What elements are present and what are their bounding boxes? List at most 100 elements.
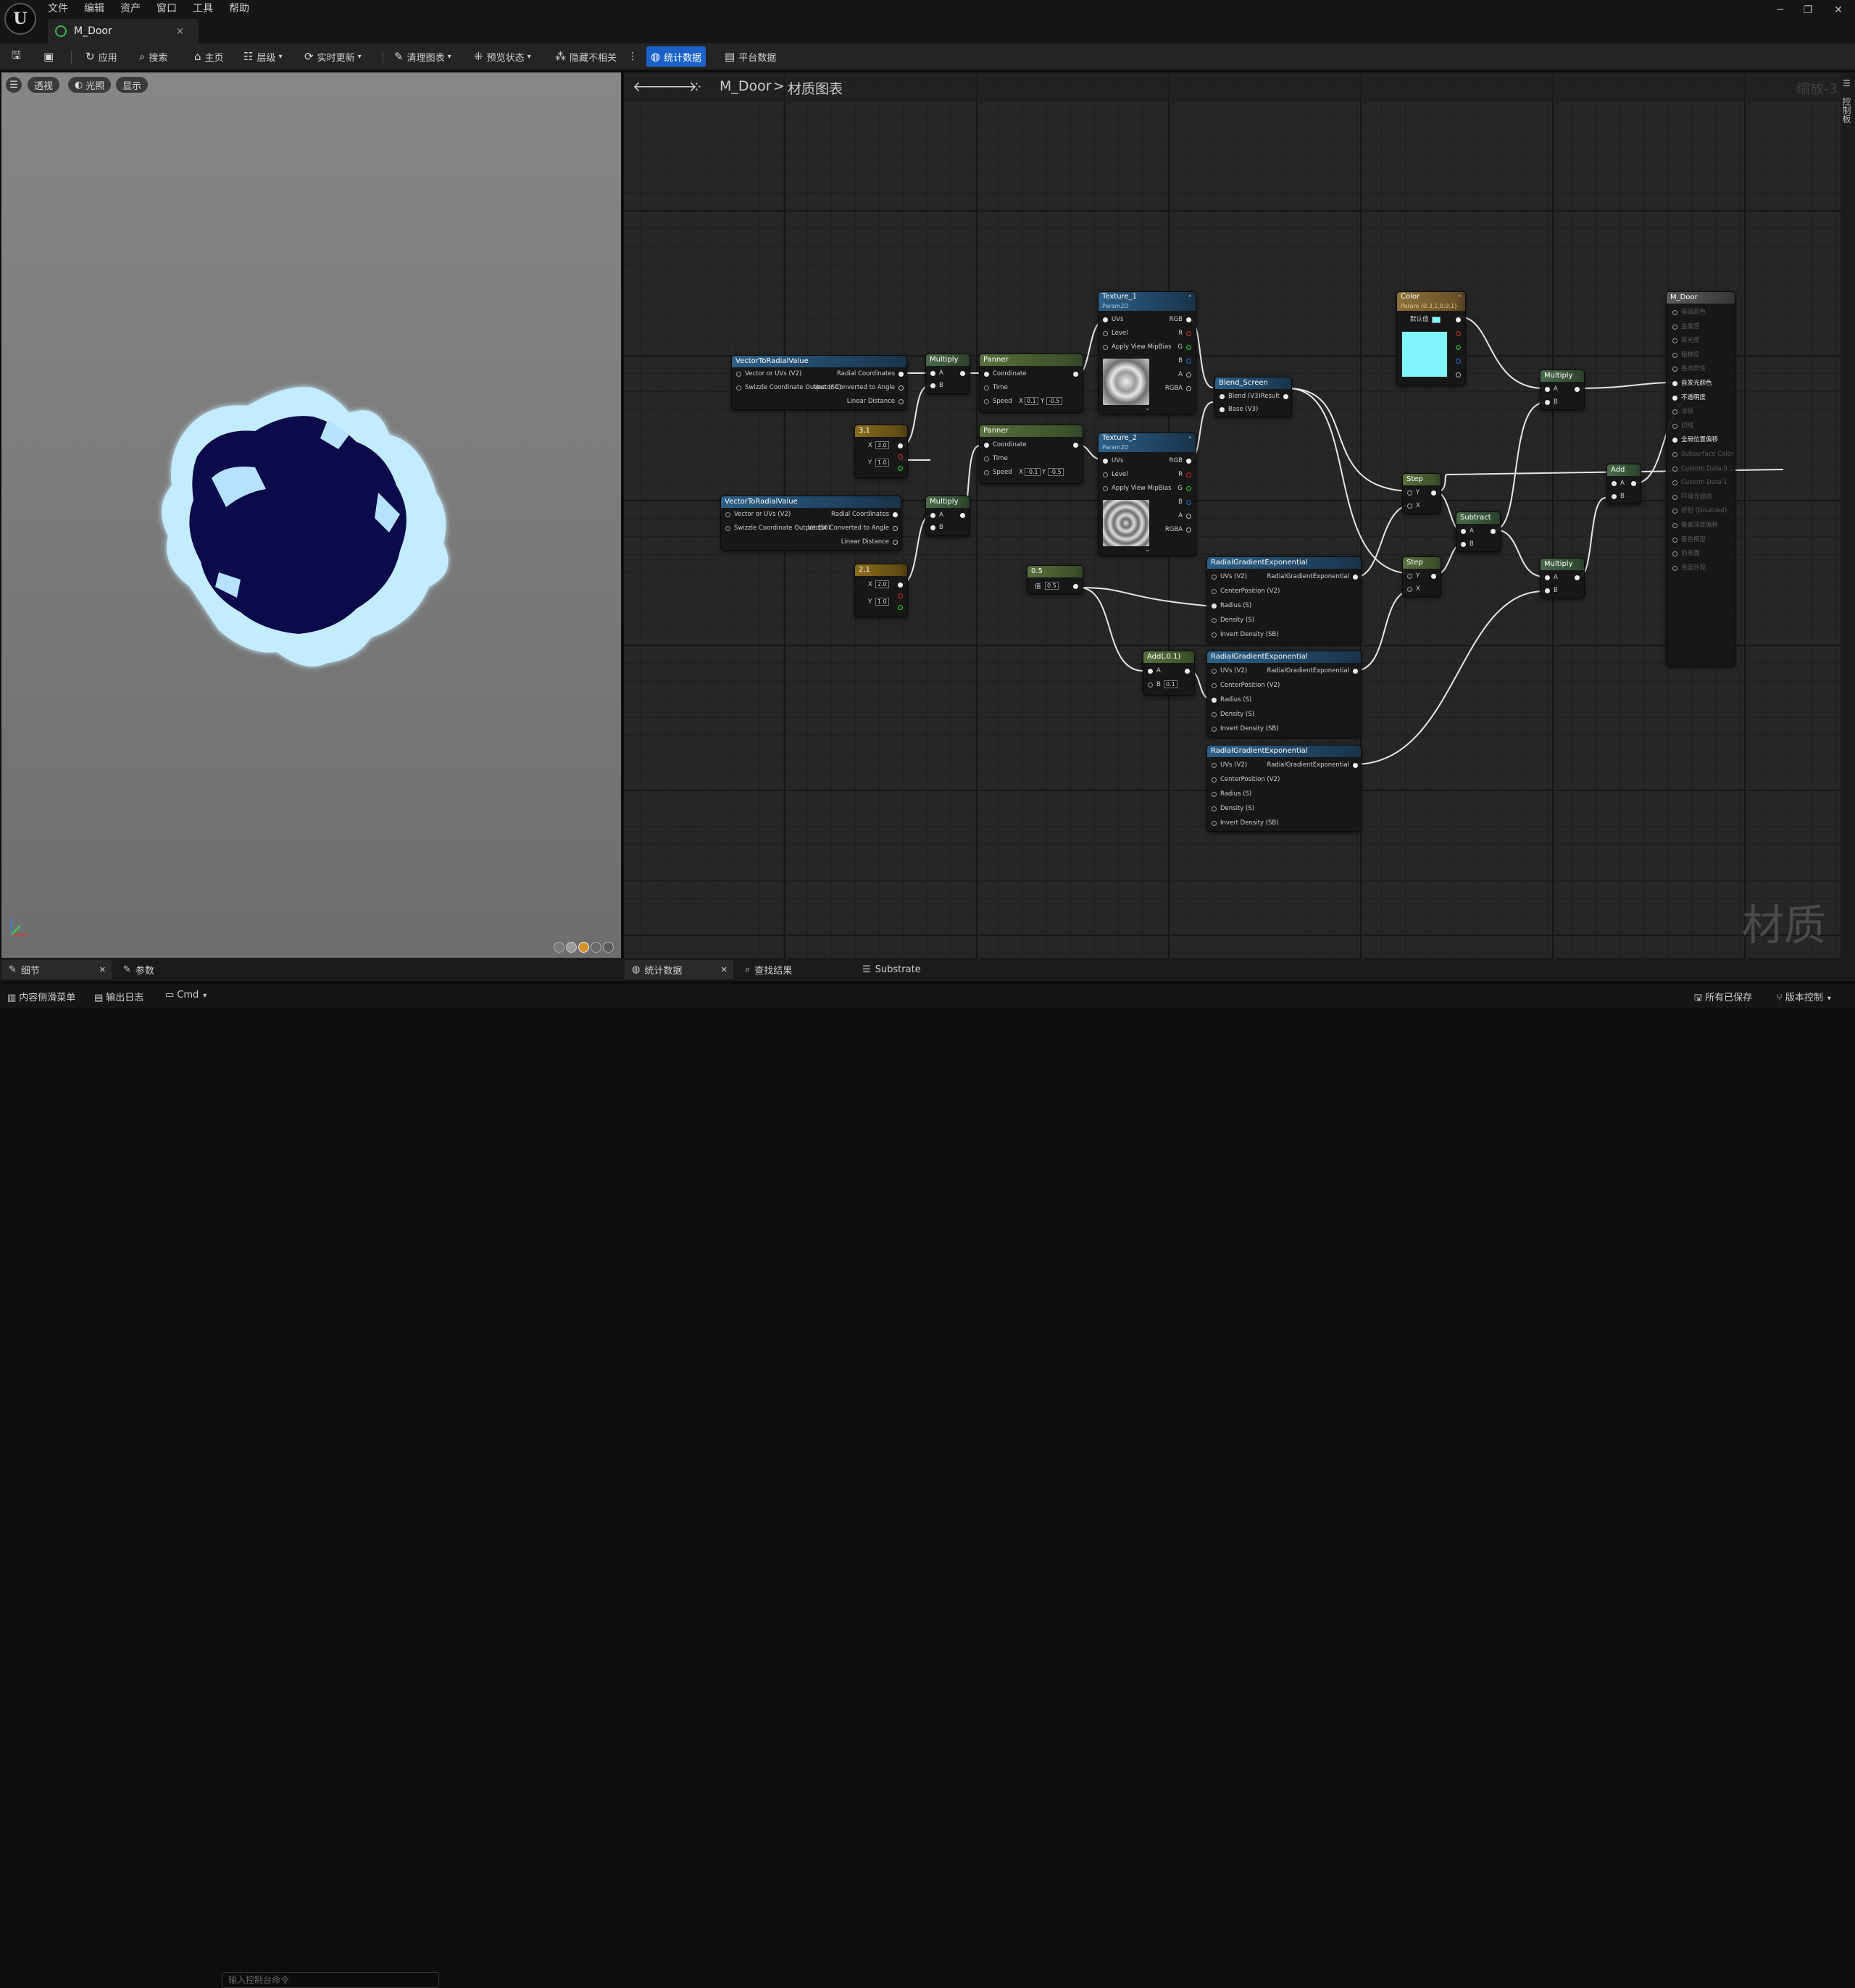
input-pin[interactable]: [930, 513, 935, 518]
input-pin[interactable]: [1103, 345, 1108, 350]
input-pin[interactable]: [1212, 698, 1217, 703]
version-control-button[interactable]: ⑂ 版本控制 ▾: [1777, 990, 1831, 1003]
output-pin-rgba[interactable]: [1186, 527, 1191, 532]
input-pin[interactable]: [1212, 777, 1217, 782]
output-pin[interactable]: [899, 399, 904, 404]
input-pin[interactable]: [1212, 712, 1217, 717]
output-pin-a[interactable]: [1186, 372, 1191, 377]
document-tab-m-door[interactable]: M_Door ×: [48, 19, 199, 43]
input-pin[interactable]: [1212, 632, 1217, 638]
material-graph[interactable]: 🡐 🡒 ⁘ M_Door > 材质图表 缩放-3 VectorToRadialV…: [624, 72, 1855, 958]
output-pin[interactable]: [893, 540, 898, 545]
close-window-button[interactable]: ✕: [1827, 4, 1849, 16]
output-pin-g[interactable]: [898, 466, 903, 471]
menu-help[interactable]: 帮助: [229, 1, 249, 16]
input-pin[interactable]: [984, 443, 989, 448]
apply-button[interactable]: ↻ 应用: [81, 46, 122, 67]
input-pin[interactable]: [930, 371, 935, 376]
speed-x-field[interactable]: 0.1: [1025, 397, 1038, 405]
output-pin-r[interactable]: [1456, 331, 1461, 336]
value-x-field[interactable]: 2.0: [875, 580, 889, 588]
output-pin-a[interactable]: [1456, 372, 1461, 377]
output-pin[interactable]: [1185, 669, 1190, 674]
output-pin[interactable]: [1491, 529, 1496, 534]
input-pin[interactable]: [984, 399, 989, 404]
content-drawer-button[interactable]: ▥ 内容侧滑菜单: [7, 990, 75, 1003]
output-log-button[interactable]: ▤ 输出日志: [94, 990, 143, 1003]
input-pin[interactable]: [930, 383, 935, 388]
input-pin[interactable]: [1212, 604, 1217, 609]
value-y-field[interactable]: 1.0: [875, 598, 889, 606]
browse-button[interactable]: ▣: [39, 46, 62, 67]
node-multiply-2[interactable]: Multiply A B: [925, 496, 970, 536]
output-pin-b[interactable]: [1186, 359, 1191, 364]
output-pin[interactable]: [960, 371, 965, 376]
output-pin-b[interactable]: [1186, 500, 1191, 505]
tab-substrate[interactable]: ☰ Substrate: [855, 960, 964, 979]
result-input-pin[interactable]: [1672, 537, 1677, 543]
show-button[interactable]: 显示: [116, 77, 149, 93]
custom-mesh-icon[interactable]: [603, 942, 614, 953]
output-pin[interactable]: [1431, 490, 1436, 496]
input-pin[interactable]: [1212, 727, 1217, 732]
node-texture-2[interactable]: Texture_2 Param2D ⌃ UVs RGB Level R Apply…: [1098, 433, 1196, 556]
input-pin[interactable]: [930, 525, 935, 530]
perspective-button[interactable]: 透视: [28, 77, 60, 93]
input-pin[interactable]: [1220, 407, 1225, 412]
node-blend-screen[interactable]: Blend_Screen Blend (V3) Result Base (V3): [1214, 377, 1292, 417]
lit-button[interactable]: ◐ 光照: [68, 77, 112, 93]
save-button[interactable]: 🖫: [7, 46, 29, 67]
input-pin[interactable]: [1612, 481, 1617, 486]
value-y-field[interactable]: 1.0: [875, 459, 889, 467]
collapse-icon[interactable]: ⌃: [1187, 295, 1193, 302]
speed-y-field[interactable]: -0.5: [1046, 397, 1062, 405]
output-pin-r[interactable]: [1186, 331, 1191, 336]
hierarchy-dropdown[interactable]: ☷ 层级 ▾: [239, 46, 287, 67]
node-texture-1[interactable]: Texture_1 Param2D ⌃ UVs RGB Level R Apply…: [1098, 291, 1196, 414]
close-tab-icon[interactable]: ✕: [721, 965, 728, 974]
result-input-pin[interactable]: [1672, 523, 1677, 528]
input-pin[interactable]: [1212, 618, 1217, 623]
input-pin[interactable]: [984, 456, 989, 462]
node-add[interactable]: Add A B: [1606, 464, 1641, 504]
value-x-field[interactable]: 3.0: [875, 441, 889, 449]
output-pin[interactable]: [1631, 481, 1636, 486]
input-pin[interactable]: [1212, 589, 1217, 594]
input-pin[interactable]: [1212, 763, 1217, 768]
output-pin[interactable]: [1353, 575, 1358, 580]
palette-tab[interactable]: 控制板: [1841, 97, 1853, 123]
output-pin-r[interactable]: [1186, 472, 1191, 477]
cmd-dropdown[interactable]: ▭ Cmd ▾: [165, 990, 207, 1001]
result-input-pin[interactable]: [1672, 423, 1677, 429]
input-pin[interactable]: [984, 372, 989, 377]
speed-x-field[interactable]: -0.1: [1025, 468, 1041, 476]
input-pin[interactable]: [1212, 669, 1217, 674]
input-pin[interactable]: [725, 526, 730, 531]
output-pin-a[interactable]: [1186, 514, 1191, 519]
sphere-mesh-icon[interactable]: [566, 942, 577, 953]
output-pin[interactable]: [1186, 317, 1191, 322]
input-pin[interactable]: [1103, 459, 1108, 464]
result-input-pin[interactable]: [1672, 409, 1677, 415]
output-pin[interactable]: [1283, 394, 1288, 399]
result-input-pin[interactable]: [1672, 551, 1677, 557]
output-pin[interactable]: [893, 526, 898, 531]
result-input-pin[interactable]: [1672, 381, 1677, 386]
menu-tools[interactable]: 工具: [193, 1, 213, 16]
output-pin[interactable]: [1353, 669, 1358, 674]
menu-file[interactable]: 文件: [48, 1, 68, 16]
preview-viewport[interactable]: ☰ 透视 ◐ 光照 显示: [1, 72, 621, 958]
more-options-icon[interactable]: ⋮: [626, 46, 639, 67]
node-vector-to-radial-2[interactable]: VectorToRadialValue Vector or UVs (V2) R…: [720, 496, 901, 551]
expand-icon[interactable]: ⌄: [1145, 546, 1151, 554]
search-button[interactable]: ⌕ 搜索: [135, 46, 172, 67]
live-update-dropdown[interactable]: ⟳ 实时更新 ▾: [300, 46, 366, 67]
input-pin[interactable]: [1212, 792, 1217, 797]
input-pin[interactable]: [1103, 486, 1108, 491]
output-pin[interactable]: [898, 582, 903, 588]
input-pin[interactable]: [1103, 331, 1108, 336]
result-input-pin[interactable]: [1672, 338, 1677, 344]
node-panner-2[interactable]: Panner Coordinate Time Speed X -0.1 Y -0…: [979, 425, 1083, 484]
input-pin[interactable]: [1103, 317, 1108, 322]
output-pin-b[interactable]: [1456, 359, 1461, 364]
